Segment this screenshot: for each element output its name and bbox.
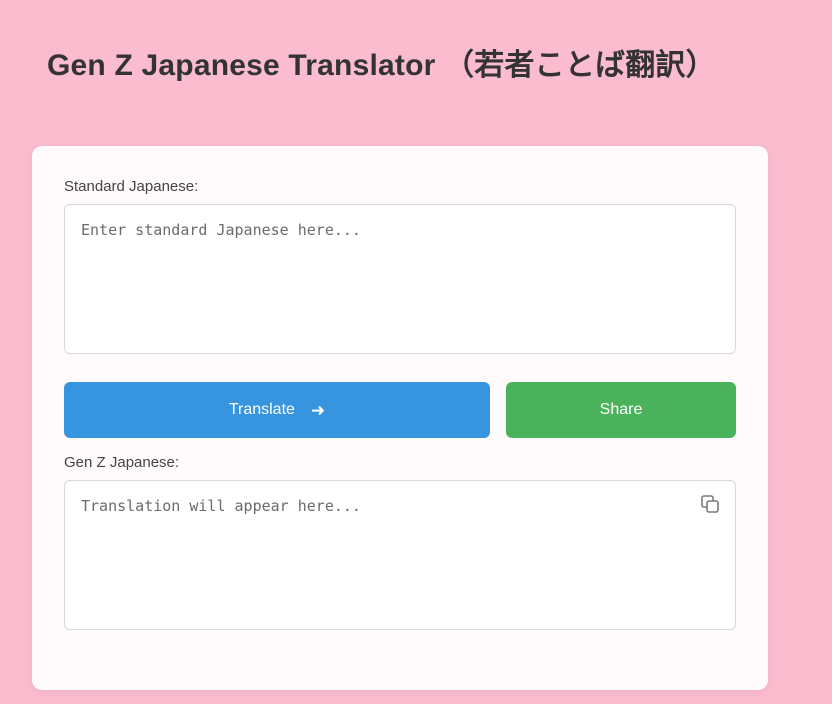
share-button-label: Share: [599, 401, 643, 418]
translate-button[interactable]: Translate ➜: [64, 382, 490, 438]
gen-z-japanese-label: Gen Z Japanese:: [64, 454, 180, 471]
standard-japanese-label: Standard Japanese:: [64, 178, 199, 195]
gen-z-japanese-output[interactable]: [64, 480, 736, 630]
page-title: Gen Z Japanese Translator （若者ことば翻訳）: [47, 49, 716, 82]
translator-card: Standard Japanese: Translate ➜ Share Gen…: [32, 146, 768, 690]
arrow-right-icon: ➜: [310, 400, 326, 420]
translate-button-label: Translate: [228, 401, 295, 418]
share-button[interactable]: Share: [506, 382, 736, 438]
standard-japanese-input[interactable]: [64, 204, 736, 354]
copy-icon[interactable]: [700, 494, 722, 516]
